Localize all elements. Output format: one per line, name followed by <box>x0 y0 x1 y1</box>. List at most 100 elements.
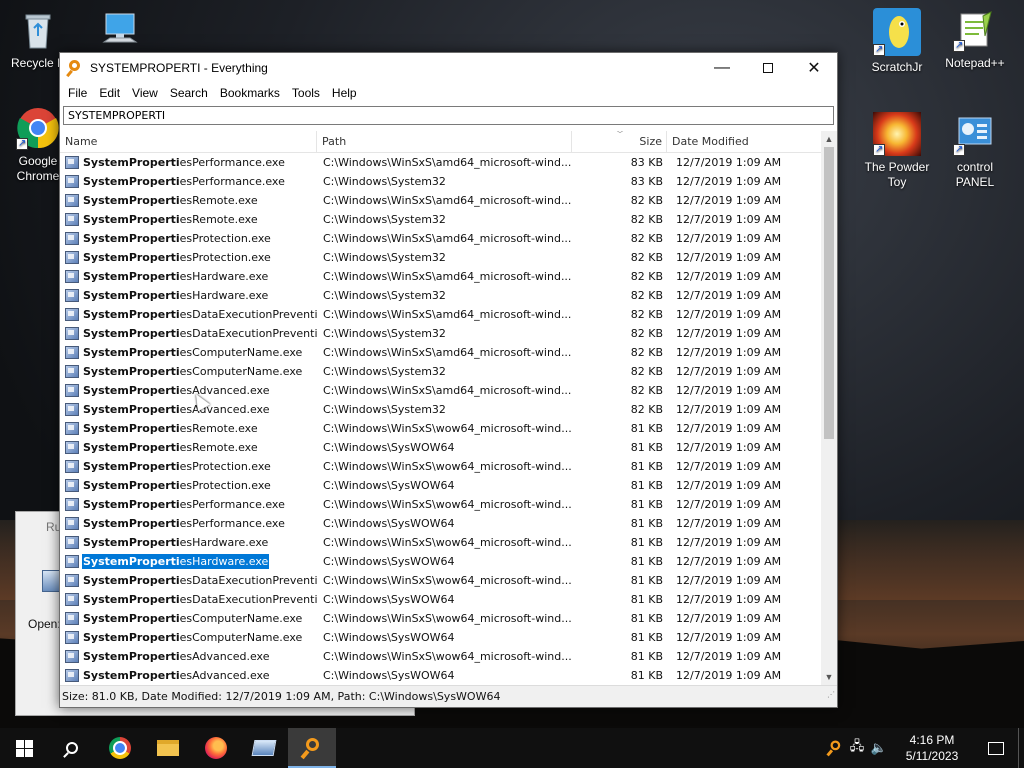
menu-search[interactable]: Search <box>164 86 214 100</box>
table-row[interactable]: SystemPropertiesComputerName.exe C:\Windo… <box>60 609 823 628</box>
resize-grip-icon[interactable]: ⋰ <box>827 684 835 705</box>
taskbar-search-button[interactable] <box>48 728 96 768</box>
scroll-down-icon[interactable]: ▼ <box>821 669 837 685</box>
cell-path: C:\Windows\System32 <box>323 175 446 188</box>
table-row[interactable]: SystemPropertiesHardware.exe C:\Windows\S… <box>60 286 823 305</box>
show-desktop-button[interactable] <box>1018 728 1024 768</box>
cell-name: SystemPropertiesComputerName.exe <box>60 630 317 645</box>
table-row[interactable]: SystemPropertiesRemote.exe C:\Windows\Win… <box>60 419 823 438</box>
windows-logo-icon <box>15 739 33 757</box>
menu-view[interactable]: View <box>126 86 164 100</box>
cell-date-modified: 12/7/2019 1:09 AM <box>676 650 782 663</box>
tray-everything[interactable] <box>824 728 846 768</box>
desktop-icon-this-pc[interactable] <box>82 8 158 56</box>
cell-name: SystemPropertiesProtection.exe <box>60 231 317 246</box>
executable-icon <box>65 479 79 492</box>
executable-icon <box>65 156 79 169</box>
file-name-match: SystemProperti <box>83 156 180 169</box>
cell-size: 81 KB <box>630 574 663 587</box>
close-button[interactable]: ✕ <box>791 53 837 83</box>
clock[interactable]: 4:16 PM 5/11/2023 <box>890 732 974 764</box>
table-row[interactable]: SystemPropertiesAdvanced.exe C:\Windows\S… <box>60 666 823 685</box>
scrollbar-thumb[interactable] <box>824 147 834 439</box>
table-row[interactable]: SystemPropertiesDataExecutionPreventi...… <box>60 305 823 324</box>
taskbar-run[interactable] <box>240 728 288 768</box>
table-row[interactable]: SystemPropertiesComputerName.exe C:\Windo… <box>60 628 823 647</box>
cell-path: C:\Windows\SysWOW64 <box>323 555 455 568</box>
executable-icon <box>65 251 79 264</box>
cell-path: C:\Windows\WinSxS\wow64_microsoft-wind..… <box>323 460 572 473</box>
minimize-button[interactable]: — <box>699 53 745 83</box>
table-row[interactable]: SystemPropertiesDataExecutionPreventi...… <box>60 571 823 590</box>
table-row[interactable]: SystemPropertiesAdvanced.exe C:\Windows\S… <box>60 400 823 419</box>
volume-icon[interactable]: 🔈 <box>868 728 890 768</box>
table-row[interactable]: SystemPropertiesRemote.exe C:\Windows\Sys… <box>60 210 823 229</box>
table-row[interactable]: SystemPropertiesProtection.exe C:\Windows… <box>60 229 823 248</box>
start-button[interactable] <box>0 728 48 768</box>
table-row[interactable]: SystemPropertiesPerformance.exe C:\Window… <box>60 153 823 172</box>
table-row[interactable]: SystemPropertiesDataExecutionPreventi...… <box>60 324 823 343</box>
menu-tools[interactable]: Tools <box>286 86 326 100</box>
title-bar[interactable]: SYSTEMPROPERTI - Everything — ✕ <box>60 53 837 83</box>
table-row[interactable]: SystemPropertiesRemote.exe C:\Windows\Win… <box>60 191 823 210</box>
desktop-icon-notepad-plus-plus[interactable]: Notepad++ <box>937 8 1013 71</box>
column-header-path[interactable]: Path <box>317 131 572 153</box>
executable-icon <box>65 403 79 416</box>
scroll-up-icon[interactable]: ▲ <box>821 131 837 147</box>
menu-file[interactable]: File <box>62 86 93 100</box>
column-header-name[interactable]: Name <box>60 131 317 153</box>
executable-icon <box>65 384 79 397</box>
executable-icon <box>65 631 79 644</box>
taskbar-everything[interactable] <box>288 728 336 768</box>
cell-path: C:\Windows\System32 <box>323 251 446 264</box>
desktop-icon-the-powder-toy[interactable]: The Powder Toy <box>859 112 935 190</box>
desktop-icon-scratchjr[interactable]: ScratchJr <box>859 8 935 75</box>
table-row[interactable]: SystemPropertiesRemote.exe C:\Windows\Sys… <box>60 438 823 457</box>
table-row[interactable]: SystemPropertiesProtection.exe C:\Windows… <box>60 248 823 267</box>
table-row[interactable]: SystemPropertiesPerformance.exe C:\Window… <box>60 495 823 514</box>
column-header-date-modified[interactable]: Date Modified <box>667 131 823 153</box>
file-name-rest: esAdvanced.exe <box>179 650 270 663</box>
cell-size: 82 KB <box>630 346 663 359</box>
taskbar-file-explorer[interactable] <box>144 728 192 768</box>
cell-size: 83 KB <box>630 175 663 188</box>
menu-edit[interactable]: Edit <box>93 86 126 100</box>
file-name-rest: esComputerName.exe <box>179 346 303 359</box>
table-row[interactable]: SystemPropertiesPerformance.exe C:\Window… <box>60 172 823 191</box>
cell-path: C:\Windows\System32 <box>323 289 446 302</box>
vertical-scrollbar[interactable]: ▲ ▼ <box>821 131 837 685</box>
executable-icon <box>65 365 79 378</box>
menu-bookmarks[interactable]: Bookmarks <box>214 86 286 100</box>
file-name-rest: esHardware.exe <box>179 270 269 283</box>
maximize-button[interactable] <box>745 53 791 83</box>
desktop-icon-control-panel[interactable]: control PANEL <box>937 112 1013 190</box>
table-row[interactable]: SystemPropertiesHardware.exe C:\Windows\S… <box>60 552 823 571</box>
cell-size: 82 KB <box>630 327 663 340</box>
menu-help[interactable]: Help <box>326 86 363 100</box>
cell-date-modified: 12/7/2019 1:09 AM <box>676 612 782 625</box>
cell-name: SystemPropertiesProtection.exe <box>60 478 317 493</box>
table-row[interactable]: SystemPropertiesPerformance.exe C:\Window… <box>60 514 823 533</box>
cell-date-modified: 12/7/2019 1:09 AM <box>676 517 782 530</box>
cell-name: SystemPropertiesComputerName.exe <box>60 364 317 379</box>
file-name-match: SystemProperti <box>83 593 180 606</box>
everything-window[interactable]: SYSTEMPROPERTI - Everything — ✕ File Edi… <box>59 52 838 708</box>
cell-size: 82 KB <box>630 289 663 302</box>
table-row[interactable]: SystemPropertiesProtection.exe C:\Windows… <box>60 457 823 476</box>
table-row[interactable]: SystemPropertiesComputerName.exe C:\Windo… <box>60 343 823 362</box>
file-name: SystemPropertiesProtection.exe <box>82 459 272 474</box>
cell-size: 82 KB <box>630 270 663 283</box>
table-row[interactable]: SystemPropertiesComputerName.exe C:\Windo… <box>60 362 823 381</box>
file-name: SystemPropertiesRemote.exe <box>82 440 259 455</box>
network-icon[interactable]: 🖧 <box>846 728 868 768</box>
table-row[interactable]: SystemPropertiesHardware.exe C:\Windows\W… <box>60 533 823 552</box>
taskbar-firefox[interactable] <box>192 728 240 768</box>
table-row[interactable]: SystemPropertiesAdvanced.exe C:\Windows\W… <box>60 647 823 666</box>
table-row[interactable]: SystemPropertiesHardware.exe C:\Windows\W… <box>60 267 823 286</box>
search-input[interactable]: SYSTEMPROPERTI <box>63 106 834 125</box>
table-row[interactable]: SystemPropertiesDataExecutionPreventi...… <box>60 590 823 609</box>
table-row[interactable]: SystemPropertiesAdvanced.exe C:\Windows\W… <box>60 381 823 400</box>
taskbar-chrome[interactable] <box>96 728 144 768</box>
notification-center-button[interactable] <box>974 728 1018 768</box>
table-row[interactable]: SystemPropertiesProtection.exe C:\Windows… <box>60 476 823 495</box>
